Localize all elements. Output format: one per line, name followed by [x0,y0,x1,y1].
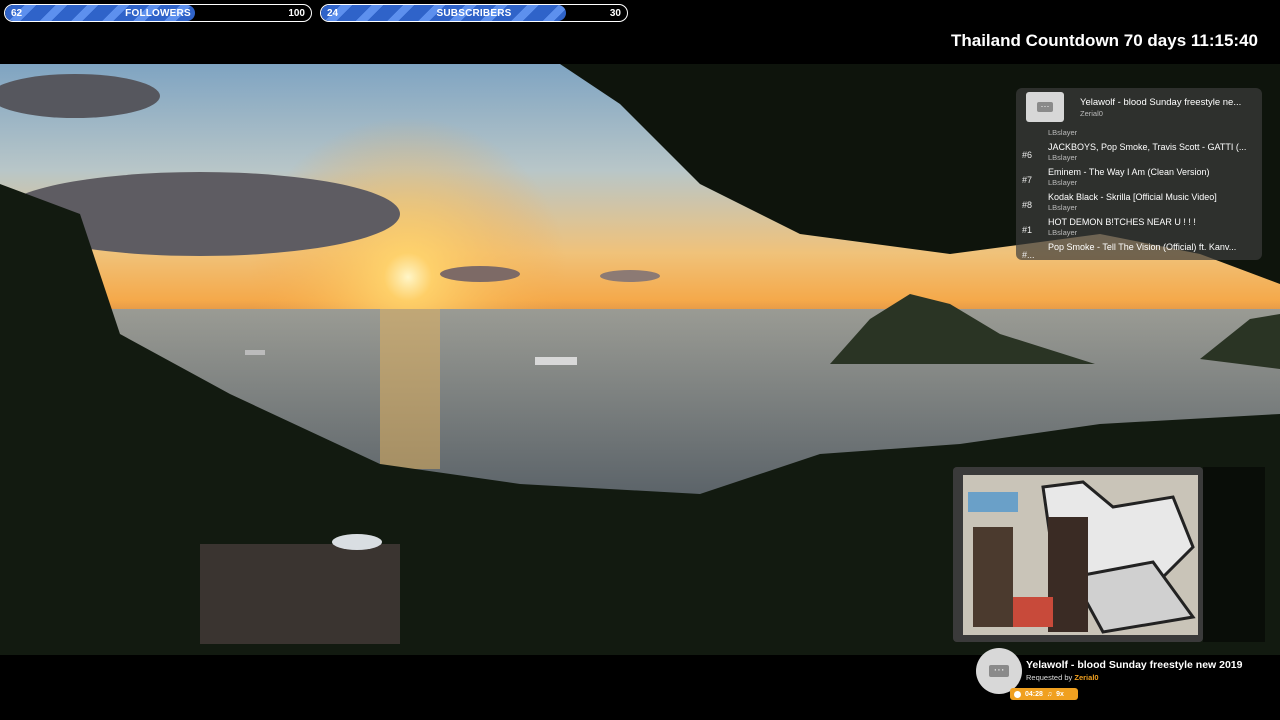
subscribers-label: SUBSCRIBERS [436,7,512,19]
queue-item-number: #... [1022,250,1035,260]
queue-item-title: HOT DEMON B!TCHES NEAR U ! ! ! [1048,217,1196,227]
music-video-player [953,467,1203,642]
video-side-panel [1203,467,1265,642]
queue-item-user: LBslayer [1048,178,1078,187]
clock-icon [1014,690,1021,698]
queue-item-user: LBslayer [1048,228,1078,237]
now-playing-badge: 04:28 ♫ 9x [1010,688,1078,700]
requester-name: Zerial0 [1074,673,1099,682]
more-dots-icon: ··· [1037,102,1053,112]
followers-label: FOLLOWERS [125,7,191,19]
now-playing-title: Yelawolf - blood Sunday freestyle new 20… [1026,659,1243,671]
more-dots-icon: ··· [989,665,1009,677]
now-playing-time: 04:28 [1025,690,1043,698]
list-item: #8 Kodak Black - Skrilla [Official Music… [1022,192,1258,217]
list-item: #... Pop Smoke - Tell The Vision (Offici… [1022,242,1258,260]
queue-item-user: LBslayer [1048,203,1078,212]
queue-top-user: LBslayer [1048,128,1078,137]
subscribers-goal-bar: 24 SUBSCRIBERS 30 [320,4,628,22]
countdown-timer: Thailand Countdown 70 days 11:15:40 [950,31,1258,50]
queue-item-title: Eminem - The Way I Am (Clean Version) [1048,167,1210,177]
queue-item-user: LBslayer [1048,153,1078,162]
queue-item-number: #1 [1022,225,1033,235]
queue-item-number: #7 [1022,175,1033,185]
subscribers-goal: 30 [609,7,621,19]
queue-item-title: JACKBOYS, Pop Smoke, Travis Scott - GATT… [1048,142,1247,152]
queue-current-title: Yelawolf - blood Sunday freestyle ne... [1080,97,1242,108]
queue-current-thumb: ··· [1026,92,1064,122]
list-item: #7 Eminem - The Way I Am (Clean Version)… [1022,167,1258,192]
followers-goal-bar: 62 FOLLOWERS 100 [4,4,312,22]
queue-current-user: Zerial0 [1080,109,1103,118]
now-playing-requester: Requested by Zerial0 [1026,673,1099,682]
queue-item-title: Pop Smoke - Tell The Vision (Official) f… [1048,242,1237,252]
queue-item-number: #8 [1022,200,1033,210]
list-item: #1 HOT DEMON B!TCHES NEAR U ! ! ! LBslay… [1022,217,1258,242]
music-note-icon: ♫ [1046,690,1053,698]
list-item: #6 JACKBOYS, Pop Smoke, Travis Scott - G… [1022,142,1258,167]
now-playing-plays: 9x [1056,690,1064,698]
requested-by-label: Requested by [1026,673,1073,682]
followers-goal: 100 [288,7,305,19]
queue-item-title: Kodak Black - Skrilla [Official Music Vi… [1048,192,1217,202]
song-queue-panel: ··· Yelawolf - blood Sunday freestyle ne… [1016,88,1262,260]
queue-item-number: #6 [1022,150,1033,160]
